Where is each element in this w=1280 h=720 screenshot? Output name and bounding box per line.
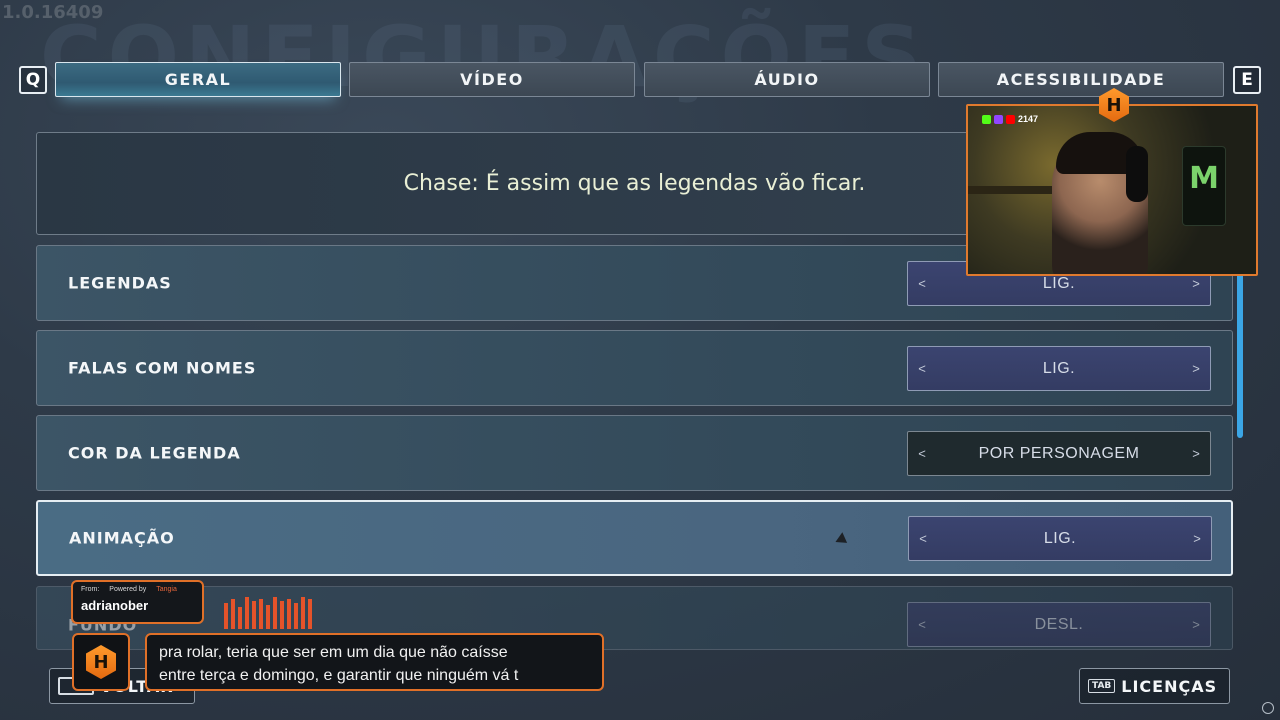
- twitch-icon: [994, 114, 1003, 124]
- settings-circle-icon: [1262, 702, 1274, 714]
- setting-selector[interactable]: < DESL. >: [907, 602, 1211, 647]
- tab-key-icon: TAB: [1088, 679, 1116, 693]
- powered-label: Powered by: [109, 586, 147, 593]
- tts-message-line: pra rolar, teria que ser em um dia que n…: [159, 644, 508, 661]
- webcam-overlay: M 2147: [966, 104, 1258, 276]
- tts-avatar: H: [72, 633, 130, 691]
- setting-selector[interactable]: < LIG. >: [907, 346, 1211, 391]
- youtube-icon: [1006, 114, 1015, 124]
- h-logo-letter: H: [1106, 94, 1122, 116]
- arrow-right-icon[interactable]: >: [1191, 531, 1203, 546]
- arrow-right-icon[interactable]: >: [1190, 446, 1202, 461]
- tab-video[interactable]: VÍDEO: [349, 62, 635, 97]
- tangia-from-box: From: Powered by Tangia adrianober: [71, 580, 204, 624]
- licenses-button[interactable]: TAB LICENÇAS: [1079, 668, 1230, 704]
- h-logo-avatar-icon: H: [86, 645, 116, 679]
- e-key-hint[interactable]: E: [1233, 66, 1261, 94]
- setting-row-falas-com-nomes[interactable]: FALAS COM NOMES < LIG. >: [36, 330, 1233, 406]
- arrow-left-icon[interactable]: <: [916, 617, 928, 632]
- scrollbar[interactable]: [1237, 270, 1243, 438]
- arrow-left-icon[interactable]: <: [916, 446, 928, 461]
- licenses-button-label: LICENÇAS: [1121, 676, 1218, 696]
- setting-label: FALAS COM NOMES: [68, 358, 257, 378]
- arrow-right-icon[interactable]: >: [1190, 276, 1202, 291]
- setting-value: DESL.: [1034, 615, 1084, 633]
- setting-value: POR PERSONAGEM: [978, 444, 1140, 462]
- tab-geral[interactable]: GERAL: [55, 62, 341, 97]
- setting-selector[interactable]: < LIG. >: [908, 516, 1212, 561]
- arrow-right-icon[interactable]: >: [1190, 361, 1202, 376]
- arrow-left-icon[interactable]: <: [916, 361, 928, 376]
- setting-label: LEGENDAS: [68, 273, 172, 293]
- kick-icon: [982, 114, 991, 124]
- setting-row-cor-da-legenda[interactable]: COR DA LEGENDA < POR PERSONAGEM >: [36, 415, 1233, 491]
- setting-value: LIG.: [1042, 274, 1076, 292]
- setting-value: LIG.: [1042, 359, 1076, 377]
- setting-selector[interactable]: < POR PERSONAGEM >: [907, 431, 1211, 476]
- tts-message-box: pra rolar, teria que ser em um dia que n…: [145, 633, 604, 691]
- viewer-count: 2147: [1018, 114, 1039, 124]
- arrow-left-icon[interactable]: <: [916, 276, 928, 291]
- tts-username: adrianober: [81, 598, 149, 613]
- q-key-hint[interactable]: Q: [19, 66, 47, 94]
- subtitle-preview-text: Chase: É assim que as legendas vão ficar…: [403, 171, 866, 196]
- arrow-right-icon[interactable]: >: [1190, 617, 1202, 632]
- tab-acessibilidade[interactable]: ACESSIBILIDADE: [938, 62, 1224, 97]
- audio-wave-icon: [224, 597, 312, 629]
- tts-message-line: entre terça e domingo, e garantir que ni…: [159, 667, 519, 684]
- h-logo-letter: H: [93, 651, 109, 673]
- tangia-brand: Tangia: [156, 586, 177, 593]
- arrow-left-icon[interactable]: <: [917, 531, 929, 546]
- from-label: From:: [81, 586, 100, 593]
- energy-drink-can: M: [1182, 146, 1226, 226]
- setting-row-animacao[interactable]: ANIMAÇÃO < LIG. >: [36, 500, 1233, 576]
- tab-audio[interactable]: ÁUDIO: [644, 62, 930, 97]
- claw-logo-icon: M: [1189, 161, 1219, 196]
- setting-value: LIG.: [1043, 529, 1077, 547]
- stream-stats: 2147: [982, 114, 1038, 124]
- setting-label: ANIMAÇÃO: [69, 528, 175, 548]
- headset-icon: [1126, 146, 1148, 202]
- setting-label: COR DA LEGENDA: [68, 443, 241, 463]
